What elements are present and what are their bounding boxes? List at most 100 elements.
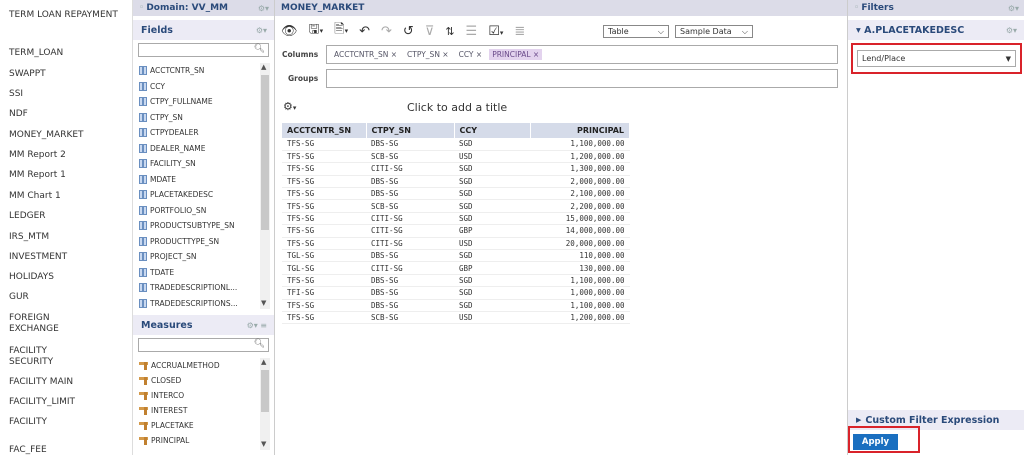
- field-item[interactable]: CTPY_FULLNAME: [139, 95, 257, 108]
- list-icon[interactable]: ☰: [466, 24, 478, 39]
- table-cell: 1,300,000.00: [530, 162, 630, 176]
- table-cell: DBS-SG: [366, 138, 454, 151]
- settings-icon[interactable]: ⚙▾: [283, 100, 296, 113]
- table-row: TFS-SG CITI-SG USD 20,000,000.00: [282, 237, 630, 251]
- field-item[interactable]: TDATE: [139, 266, 257, 279]
- collapse-icon[interactable]: ◦: [139, 3, 144, 13]
- view-icon[interactable]: 👁︎: [281, 24, 298, 39]
- gear-icon[interactable]: ⚙▾: [258, 4, 269, 13]
- report-item[interactable]: FACILITY SECURITY: [9, 346, 79, 368]
- column-header[interactable]: CTPY_SN: [366, 123, 455, 138]
- field-item[interactable]: PRODUCTSUBTYPE_SN: [139, 219, 257, 232]
- sort-icon[interactable]: ⇅: [445, 25, 454, 38]
- field-item[interactable]: DEALER_NAME: [139, 142, 257, 155]
- collapse-icon[interactable]: ◦: [854, 3, 859, 13]
- chart-title-placeholder[interactable]: Click to add a title: [407, 101, 507, 114]
- gear-icon[interactable]: ⚙▾: [1006, 26, 1017, 35]
- measure-label: PLACETAKE: [151, 421, 194, 430]
- field-item[interactable]: MDATE: [139, 173, 257, 186]
- redo-icon[interactable]: ↷: [381, 24, 392, 39]
- report-item[interactable]: FACILITY: [9, 417, 47, 428]
- scroll-down-icon[interactable]: ▼: [261, 440, 266, 448]
- view-select-value: Table: [608, 27, 629, 36]
- apply-button[interactable]: Apply: [853, 434, 898, 450]
- columns-dropzone[interactable]: ACCTCNTR_SN × CTPY_SN × CCY × PRINCIPAL …: [326, 45, 838, 64]
- report-item[interactable]: LEDGER: [9, 211, 46, 222]
- refresh-icon[interactable]: ↺: [403, 24, 414, 39]
- field-item[interactable]: TRADEDESCRIPTIONS...: [139, 297, 257, 310]
- filter-icon[interactable]: ⊽: [425, 24, 435, 39]
- filter-select[interactable]: Lend/Place ▼: [857, 50, 1016, 67]
- export-icon[interactable]: 🖹︎▾: [334, 20, 348, 42]
- report-item[interactable]: TERM_LOAN: [9, 48, 63, 59]
- field-item[interactable]: CTPYDEALER: [139, 126, 257, 139]
- save-icon[interactable]: 🖫︎▾: [309, 20, 324, 42]
- fields-search-input[interactable]: 🔍︎: [138, 43, 269, 57]
- field-item[interactable]: PLACETAKEDESC: [139, 188, 257, 201]
- column-pill[interactable]: ACCTCNTR_SN ×: [331, 49, 400, 60]
- report-item[interactable]: NDF: [9, 109, 28, 120]
- measure-item[interactable]: ACCRUALMETHOD: [139, 359, 257, 372]
- report-header: MONEY_MARKET: [275, 0, 847, 16]
- field-item[interactable]: CCY: [139, 80, 257, 93]
- report-item[interactable]: MONEY_MARKET: [9, 130, 84, 141]
- report-item[interactable]: IRS_MTM: [9, 232, 49, 243]
- column-pill[interactable]: CTPY_SN ×: [404, 49, 452, 60]
- dimension-icon: [139, 267, 147, 277]
- measure-item[interactable]: INTEREST: [139, 404, 257, 417]
- measure-item[interactable]: PRINCIPAL: [139, 434, 257, 447]
- report-item[interactable]: FOREIGN EXCHANGE: [9, 313, 79, 335]
- field-item[interactable]: PROJECT_SN: [139, 250, 257, 263]
- check-icon[interactable]: ☑▾: [488, 24, 503, 39]
- report-item[interactable]: SSI: [9, 89, 23, 100]
- table-cell: SGD: [454, 162, 530, 176]
- fields-scrollbar[interactable]: ▲ ▼: [260, 63, 270, 309]
- report-item[interactable]: MM Report 1: [9, 170, 66, 181]
- undo-icon[interactable]: ↶: [359, 24, 370, 39]
- gear-icon[interactable]: ⚙▾ ≡: [247, 321, 267, 330]
- column-header[interactable]: PRINCIPAL: [530, 123, 630, 138]
- gear-icon[interactable]: ⚙▾: [1008, 4, 1019, 13]
- view-select[interactable]: Table ⌵: [603, 25, 669, 38]
- scroll-up-icon[interactable]: ▲: [261, 63, 266, 71]
- column-header[interactable]: CCY: [454, 123, 531, 138]
- scroll-thumb[interactable]: [261, 75, 269, 230]
- column-pill[interactable]: PRINCIPAL ×: [489, 49, 543, 60]
- report-item[interactable]: SWAPPT: [9, 69, 46, 80]
- measures-search-input[interactable]: 🔍︎: [138, 338, 269, 352]
- scroll-thumb[interactable]: [261, 370, 269, 412]
- measure-item[interactable]: CLOSED: [139, 374, 257, 387]
- field-item[interactable]: PRODUCTTYPE_SN: [139, 235, 257, 248]
- table-cell: SCB-SG: [366, 150, 454, 164]
- groups-dropzone[interactable]: [326, 69, 838, 88]
- table-cell: TGL-SG: [282, 249, 366, 263]
- field-label: TRADEDESCRIPTIONS...: [150, 298, 238, 308]
- table-row: TFS-SG DBS-SG SGD 1,100,000.00: [282, 274, 630, 288]
- column-header[interactable]: ACCTCNTR_SN: [282, 123, 367, 138]
- report-item[interactable]: INVESTMENT: [9, 252, 67, 263]
- filter-header[interactable]: ▾ A.PLACETAKEDESC ⚙▾: [848, 20, 1024, 40]
- report-item[interactable]: GUR: [9, 292, 29, 303]
- measure-item[interactable]: PLACETAKE: [139, 419, 257, 432]
- report-item[interactable]: TERM LOAN REPAYMENT: [9, 10, 119, 21]
- field-item[interactable]: CTPY_SN: [139, 111, 257, 124]
- report-item[interactable]: FACILITY_LIMIT: [9, 397, 75, 408]
- data-select[interactable]: Sample Data ⌵: [675, 25, 753, 38]
- field-item[interactable]: ACCTCNTR_SN: [139, 64, 257, 77]
- field-item[interactable]: FACILITY_SN: [139, 157, 257, 170]
- measures-scrollbar[interactable]: ▲ ▼: [260, 358, 270, 450]
- scroll-up-icon[interactable]: ▲: [261, 358, 266, 366]
- report-item[interactable]: MM Chart 1: [9, 191, 61, 202]
- scroll-down-icon[interactable]: ▼: [261, 299, 266, 307]
- report-item[interactable]: HOLIDAYS: [9, 272, 54, 283]
- gear-icon[interactable]: ⚙▾: [256, 26, 267, 35]
- table-cell: USD: [454, 311, 530, 325]
- format-icon[interactable]: ≣: [514, 24, 525, 39]
- column-pill[interactable]: CCY ×: [456, 49, 486, 60]
- field-item[interactable]: PORTFOLIO_SN: [139, 204, 257, 217]
- report-item[interactable]: FAC_FEE: [9, 445, 47, 455]
- measure-item[interactable]: INTERCO: [139, 389, 257, 402]
- field-item[interactable]: TRADEDESCRIPTIONL...: [139, 281, 257, 294]
- report-item[interactable]: FACILITY MAIN: [9, 377, 73, 388]
- report-item[interactable]: MM Report 2: [9, 150, 66, 161]
